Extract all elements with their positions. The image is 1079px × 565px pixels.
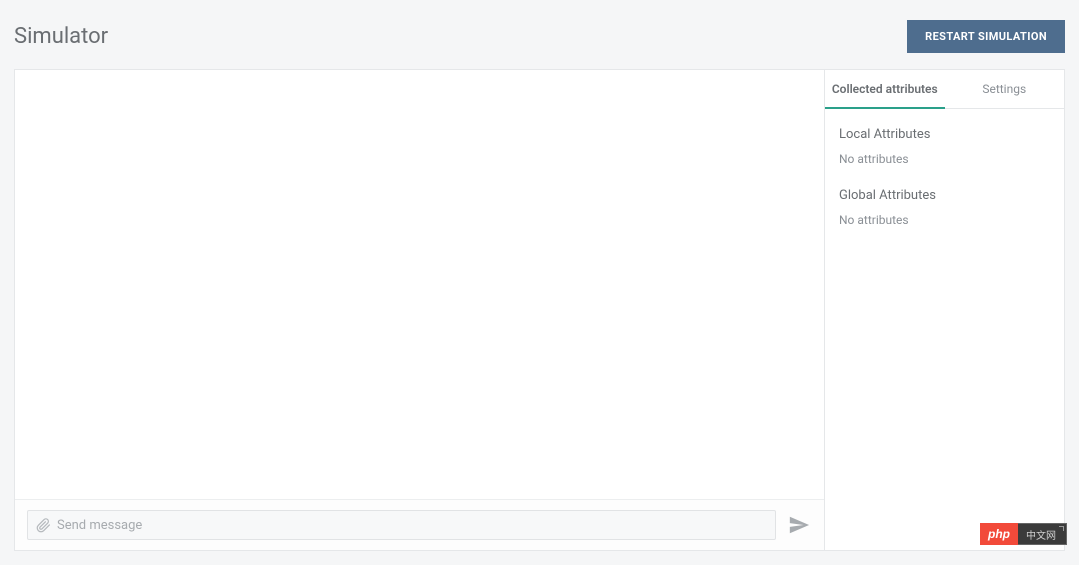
message-input-container: [27, 510, 776, 540]
send-icon: [788, 514, 810, 536]
attachment-icon[interactable]: [36, 518, 51, 533]
local-attributes-section: Local Attributes No attributes: [839, 127, 1050, 166]
tab-collected-attributes[interactable]: Collected attributes: [825, 70, 945, 108]
main-panel: Collected attributes Settings Local Attr…: [14, 69, 1065, 551]
watermark-php: php: [980, 523, 1018, 545]
chat-panel: [15, 70, 824, 550]
message-input-row: [15, 499, 824, 550]
page-title: Simulator: [14, 24, 108, 49]
local-attributes-heading: Local Attributes: [839, 127, 1050, 142]
tab-settings[interactable]: Settings: [945, 70, 1065, 108]
header: Simulator RESTART SIMULATION: [14, 10, 1065, 63]
global-attributes-empty: No attributes: [839, 213, 1050, 227]
local-attributes-empty: No attributes: [839, 152, 1050, 166]
simulator-page: Simulator RESTART SIMULATION: [0, 0, 1079, 565]
restart-simulation-button[interactable]: RESTART SIMULATION: [907, 20, 1065, 53]
global-attributes-heading: Global Attributes: [839, 188, 1050, 203]
tabs: Collected attributes Settings: [825, 70, 1064, 109]
watermark-cn: 中文网: [1018, 523, 1067, 545]
send-button[interactable]: [786, 512, 812, 538]
watermark-badge: php 中文网: [980, 523, 1067, 545]
chat-messages-area: [15, 70, 824, 499]
attributes-content: Local Attributes No attributes Global At…: [825, 109, 1064, 267]
message-input[interactable]: [57, 518, 767, 533]
global-attributes-section: Global Attributes No attributes: [839, 188, 1050, 227]
attributes-panel: Collected attributes Settings Local Attr…: [824, 70, 1064, 550]
